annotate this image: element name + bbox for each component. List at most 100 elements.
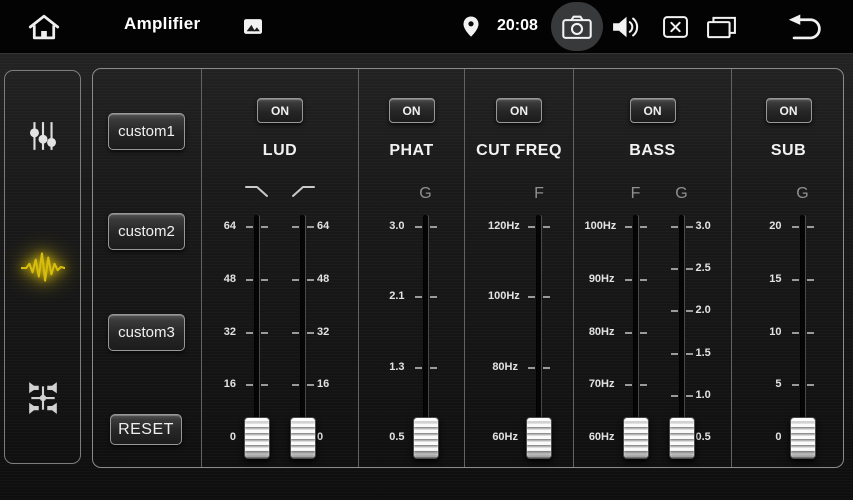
- fader-knob[interactable]: [623, 417, 649, 459]
- fader[interactable]: 20151050: [764, 215, 814, 459]
- on-button[interactable]: ON: [389, 98, 435, 123]
- lowpass-filter-icon: [245, 184, 269, 203]
- camera-button[interactable]: [551, 2, 603, 51]
- tick-mark: [415, 296, 422, 298]
- fader-knob[interactable]: [290, 417, 316, 459]
- tick-mark: [430, 296, 437, 298]
- tick-mark: [792, 279, 799, 281]
- scale-label: 80Hz: [585, 326, 615, 338]
- scale-label: 60Hz: [488, 431, 518, 443]
- on-button[interactable]: ON: [257, 98, 303, 123]
- fader-knob[interactable]: [790, 417, 816, 459]
- tick-mark: [307, 279, 314, 281]
- tick-mark: [307, 384, 314, 386]
- scale-label: 64: [317, 220, 335, 232]
- scale-label: 60Hz: [585, 431, 615, 443]
- tick-mark: [807, 384, 814, 386]
- sidebar-item-sound-effects[interactable]: [17, 244, 69, 290]
- fader[interactable]: 120Hz100Hz80Hz60Hz: [488, 215, 550, 459]
- scale-label: 0: [218, 431, 236, 443]
- mid-row: G: [387, 185, 437, 205]
- gain-letter: G: [788, 185, 818, 203]
- channel-column-bass: ONBASSFG100Hz90Hz80Hz70Hz60Hz3.02.52.01.…: [573, 69, 731, 467]
- channel-title: LUD: [263, 142, 297, 164]
- scale-label: 1.3: [387, 361, 405, 373]
- tick-mark: [640, 384, 647, 386]
- channel-column-lud: ONLUD644832160644832160: [201, 69, 358, 467]
- tick-mark: [246, 332, 253, 334]
- preset-custom3-button[interactable]: custom3: [108, 314, 185, 351]
- tick-mark: [792, 226, 799, 228]
- mid-row: G: [764, 185, 814, 205]
- location-icon[interactable]: [463, 15, 479, 38]
- scale-label: 20: [764, 220, 782, 232]
- scale-label: 2.5: [696, 262, 714, 274]
- tick-mark: [246, 279, 253, 281]
- fader[interactable]: 3.02.11.30.5: [387, 215, 437, 459]
- gallery-icon[interactable]: [244, 19, 262, 34]
- sliders-row: 100Hz90Hz80Hz70Hz60Hz3.02.52.01.51.00.5: [585, 215, 721, 459]
- sidebar-item-equalizer[interactable]: [17, 113, 69, 159]
- fader-knob[interactable]: [669, 417, 695, 459]
- fader-knob[interactable]: [526, 417, 552, 459]
- fader[interactable]: 3.02.52.01.51.00.5: [671, 215, 721, 459]
- scale-label: 48: [317, 273, 335, 285]
- channel-columns: ONLUD644832160644832160ONPHATG3.02.11.30…: [201, 69, 845, 467]
- preset-custom2-button[interactable]: custom2: [108, 213, 185, 250]
- camera-icon: [562, 15, 592, 39]
- recents-icon[interactable]: [707, 16, 736, 39]
- tick-mark: [686, 268, 693, 270]
- on-button[interactable]: ON: [630, 98, 676, 123]
- tick-mark: [625, 332, 632, 334]
- home-icon[interactable]: [28, 13, 60, 41]
- tick-mark: [543, 367, 550, 369]
- equalizer-sliders-icon: [28, 120, 58, 152]
- on-button[interactable]: ON: [766, 98, 812, 123]
- scale-label: 32: [218, 326, 236, 338]
- tick-mark: [415, 367, 422, 369]
- close-icon[interactable]: [663, 16, 688, 38]
- tick-mark: [261, 384, 268, 386]
- tick-mark: [686, 395, 693, 397]
- sliders-row: 644832160644832160: [218, 215, 342, 459]
- tick-mark: [415, 226, 422, 228]
- amplifier-screen: custom1 custom2 custom3 RESET ON LUD 64 48 3…: [0, 54, 853, 500]
- channel-title: PHAT: [389, 142, 433, 164]
- tick-mark: [625, 226, 632, 228]
- tick-mark: [640, 332, 647, 334]
- fader[interactable]: 644832160: [292, 215, 342, 459]
- scale-label: 0.5: [696, 431, 714, 443]
- tick-mark: [261, 279, 268, 281]
- fader-knob[interactable]: [244, 417, 270, 459]
- gain-letter: F: [621, 185, 651, 203]
- fader[interactable]: 100Hz90Hz80Hz70Hz60Hz: [585, 215, 647, 459]
- tick-mark: [528, 296, 535, 298]
- presets-column: custom1 custom2 custom3 RESET: [93, 69, 201, 467]
- reset-button[interactable]: RESET: [110, 414, 182, 445]
- scale-label: 16: [218, 378, 236, 390]
- preset-custom1-button[interactable]: custom1: [108, 113, 185, 150]
- on-button[interactable]: ON: [496, 98, 542, 123]
- scale-label: 3.0: [696, 220, 714, 232]
- scale-label: 1.5: [696, 347, 714, 359]
- volume-icon[interactable]: [612, 15, 640, 39]
- fader-knob[interactable]: [413, 417, 439, 459]
- scale-label: 120Hz: [488, 220, 518, 232]
- tick-mark: [792, 384, 799, 386]
- tick-mark: [686, 310, 693, 312]
- channel-title: CUT FREQ: [476, 142, 562, 164]
- fader[interactable]: 644832160: [218, 215, 268, 459]
- sliders-row: 20151050: [764, 215, 814, 459]
- tick-mark: [528, 367, 535, 369]
- tick-mark: [430, 367, 437, 369]
- scale-label: 0: [764, 431, 782, 443]
- back-icon[interactable]: [786, 14, 826, 40]
- tick-mark: [625, 384, 632, 386]
- scale-label: 70Hz: [585, 378, 615, 390]
- tick-mark: [807, 226, 814, 228]
- clock-time: 20:08: [497, 17, 538, 35]
- speaker-balance-icon: [26, 381, 60, 415]
- sidebar-item-balance-fader[interactable]: [17, 375, 69, 421]
- scale-label: 100Hz: [488, 290, 518, 302]
- mid-row: F: [488, 185, 550, 205]
